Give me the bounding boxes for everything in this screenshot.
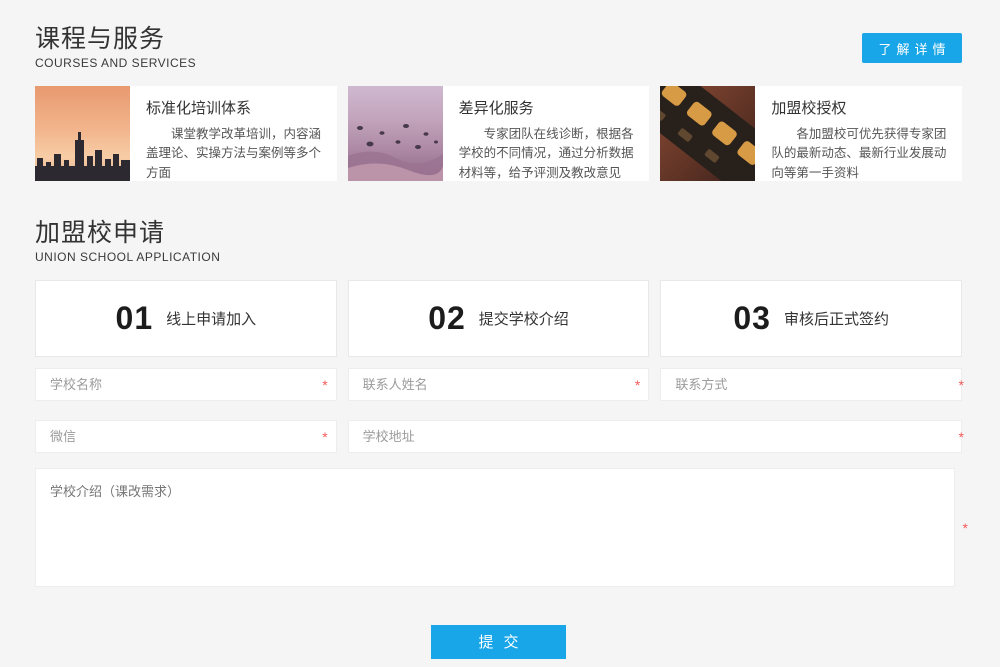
school-address-input[interactable] xyxy=(348,420,962,453)
step-number: 01 xyxy=(116,302,154,334)
film-strip-image xyxy=(660,86,755,181)
contact-name-input[interactable] xyxy=(348,368,650,401)
submit-button[interactable]: 提交 xyxy=(431,625,566,659)
form-row-1: * * * xyxy=(35,368,962,401)
service-card-authorization: 加盟校授权 各加盟校可优先获得专家团队的最新动态、最新行业发展动向等第一手资料 xyxy=(660,86,962,181)
required-asterisk: * xyxy=(322,378,327,392)
required-asterisk: * xyxy=(635,378,640,392)
courses-section-header: 课程与服务 COURSES AND SERVICES xyxy=(35,25,962,70)
required-asterisk: * xyxy=(322,430,327,444)
step-number: 02 xyxy=(428,302,466,334)
desert-dunes-image xyxy=(348,86,443,181)
school-name-input[interactable] xyxy=(35,368,337,401)
service-card-body: 标准化培训体系 课堂教学改革培训，内容涵盖理论、实操方法与案例等多个方面 xyxy=(130,86,337,181)
required-asterisk: * xyxy=(959,378,964,392)
wechat-input[interactable] xyxy=(35,420,337,453)
required-asterisk: * xyxy=(959,430,964,444)
service-cards: 标准化培训体系 课堂教学改革培训，内容涵盖理论、实操方法与案例等多个方面 xyxy=(35,86,962,181)
school-intro-textarea[interactable] xyxy=(35,468,955,587)
wechat-field: * xyxy=(35,420,337,453)
step-card-submit-intro: 02 提交学校介绍 xyxy=(348,280,650,357)
step-label: 线上申请加入 xyxy=(166,308,256,329)
service-card-title: 加盟校授权 xyxy=(771,97,948,118)
step-label: 提交学校介绍 xyxy=(479,308,569,329)
service-card-description: 专家团队在线诊断，根据各学校的不同情况，通过分析数据材料等，给予评测及教改意见 xyxy=(459,125,636,181)
contact-method-field: * xyxy=(660,368,962,401)
step-card-sign-contract: 03 审核后正式签约 xyxy=(660,280,962,357)
step-label: 审核后正式签约 xyxy=(784,308,889,329)
step-card-apply-online: 01 线上申请加入 xyxy=(35,280,337,357)
application-form: * * * * * * 提交 xyxy=(35,368,962,659)
page-container: 课程与服务 COURSES AND SERVICES 了解详情 xyxy=(35,0,962,659)
courses-title: 课程与服务 xyxy=(35,25,962,54)
application-section-header: 加盟校申请 UNION SCHOOL APPLICATION xyxy=(35,219,962,264)
application-subtitle: UNION SCHOOL APPLICATION xyxy=(35,250,962,264)
required-asterisk: * xyxy=(963,521,968,535)
courses-subtitle: COURSES AND SERVICES xyxy=(35,56,962,70)
learn-more-button[interactable]: 了解详情 xyxy=(862,33,962,63)
service-card-training: 标准化培训体系 课堂教学改革培训，内容涵盖理论、实操方法与案例等多个方面 xyxy=(35,86,337,181)
school-address-field: * xyxy=(348,420,962,453)
school-name-field: * xyxy=(35,368,337,401)
service-card-description: 各加盟校可优先获得专家团队的最新动态、最新行业发展动向等第一手资料 xyxy=(771,125,948,181)
contact-name-field: * xyxy=(348,368,650,401)
service-card-description: 课堂教学改革培训，内容涵盖理论、实操方法与案例等多个方面 xyxy=(146,125,323,181)
service-card-differentiated: 差异化服务 专家团队在线诊断，根据各学校的不同情况，通过分析数据材料等，给予评测… xyxy=(348,86,650,181)
service-card-title: 差异化服务 xyxy=(459,97,636,118)
contact-method-input[interactable] xyxy=(660,368,962,401)
service-card-body: 加盟校授权 各加盟校可优先获得专家团队的最新动态、最新行业发展动向等第一手资料 xyxy=(755,86,962,181)
service-card-body: 差异化服务 专家团队在线诊断，根据各学校的不同情况，通过分析数据材料等，给予评测… xyxy=(443,86,650,181)
submit-row: 提交 xyxy=(35,625,962,659)
step-number: 03 xyxy=(733,302,771,334)
application-title: 加盟校申请 xyxy=(35,219,962,248)
school-intro-field: * xyxy=(35,468,962,587)
city-skyline-sunset-image xyxy=(35,86,130,181)
service-card-title: 标准化培训体系 xyxy=(146,97,323,118)
application-steps: 01 线上申请加入 02 提交学校介绍 03 审核后正式签约 xyxy=(35,280,962,357)
form-row-2: * * xyxy=(35,420,962,453)
